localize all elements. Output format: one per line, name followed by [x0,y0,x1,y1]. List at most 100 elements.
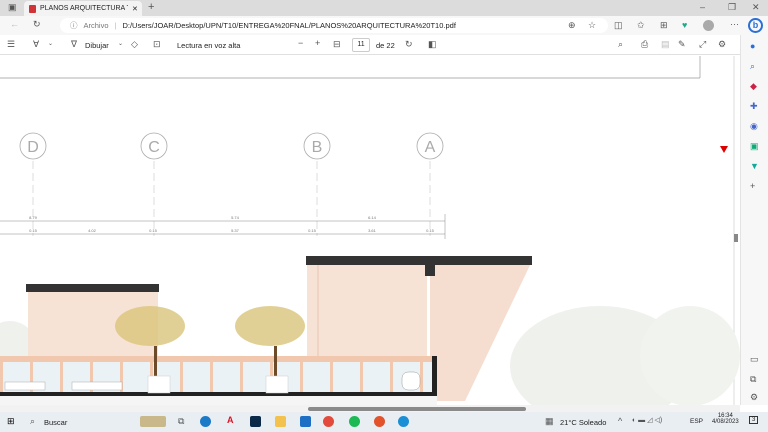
tray-chevron-icon[interactable]: ^ [618,417,622,426]
weather-icon[interactable]: ▦ [545,417,554,426]
photoshop-icon[interactable] [250,416,261,427]
dimension-label: 6.14 [368,215,377,220]
chrome-profile-icon[interactable] [374,416,385,427]
zoom-out-icon[interactable]: − [298,39,303,48]
draw-button[interactable]: Dibujar [85,41,109,50]
axis-label: D [27,139,39,156]
acrobat-icon[interactable]: A [227,416,234,425]
file-explorer-icon[interactable] [275,416,286,427]
collections-icon[interactable]: ⊞ [660,21,668,30]
address-bar[interactable]: ⓘ Archivo | D:/Users/JOAR/Desktop/UPN/T1… [60,18,608,33]
more-icon[interactable]: ··· [730,20,739,29]
info-icon: ⓘ [70,21,78,30]
chrome-icon[interactable] [323,416,334,427]
url-text: D:/Users/JOAR/Desktop/UPN/T10/ENTREGA%20… [122,21,456,30]
extension-icon[interactable]: ♥ [682,21,687,30]
windows-start-icon[interactable]: ⊞ [7,417,15,426]
window-mullion [360,362,363,392]
fullscreen-icon[interactable]: ⤢ [699,40,706,49]
print-icon[interactable]: ⎙ [641,40,648,49]
back-icon[interactable]: ← [10,20,19,29]
axis-label: B [312,139,323,156]
window-mullion [0,362,3,392]
app-icon-blue[interactable] [200,416,211,427]
page-number-input[interactable]: 11 [352,38,370,52]
fit-page-icon[interactable]: ⊟ [333,40,341,49]
read-aloud-button[interactable]: Lectura en voz alta [177,41,240,50]
tab-actions-icon[interactable]: ▣ [8,3,17,12]
language-indicator[interactable]: ESP [690,418,703,425]
outlook-icon[interactable]: ▣ [750,142,759,151]
pdf-icon [29,4,36,13]
drop-icon[interactable]: ▼ [750,162,759,171]
window-mullion [300,362,303,392]
settings-gear-icon[interactable]: ⚙ [718,40,726,49]
search-icon[interactable]: ⌕ [750,62,755,71]
open-window-icon[interactable]: ⧉ [750,375,756,384]
horizontal-scrollbar[interactable] [0,405,740,412]
refresh-icon[interactable]: ↻ [33,20,41,29]
window-mullion [420,362,423,392]
sidebar-layout-icon[interactable]: ▭ [750,355,759,364]
dimension-label: 5.74 [231,215,240,220]
edge-sidebar: ● ⌕ ◆ ✚ ◉ ▣ ▼ + ▭ ⧉ ⚙ [740,35,768,405]
dimension-label: 0.15 [149,228,158,233]
favorites-icon[interactable]: ✩ [637,21,645,30]
restore-icon[interactable]: ❐ [728,3,736,12]
chevron-down-icon[interactable]: ⌄ [118,41,123,47]
eraser-icon[interactable]: ◇ [131,40,138,49]
taskbar-search[interactable]: Buscar [44,418,67,427]
date: 4/08/2023 [712,419,739,425]
tab-pdf[interactable]: PLANOS ARQUITECTURA T10.pdf ✕ [24,1,142,16]
close-tab-icon[interactable]: ✕ [132,5,138,13]
search-highlight-image[interactable] [140,416,166,427]
highlight-icon[interactable]: ∀ [33,40,39,49]
search-icon[interactable]: ⌕ [30,417,35,426]
new-tab-icon[interactable]: + [148,2,154,13]
window-mullion [390,362,393,392]
tab-title: PLANOS ARQUITECTURA T10.pdf [40,5,128,12]
draw-icon[interactable]: ∇ [71,40,77,49]
rotate-icon[interactable]: ↻ [405,40,413,49]
dimension-label: 0.15 [308,228,317,233]
scrollbar-thumb[interactable] [308,407,526,411]
split-screen-icon[interactable]: ◫ [614,21,623,30]
save-as-icon[interactable]: ✎ [678,40,686,49]
add-icon[interactable]: + [750,182,755,191]
chevron-down-icon[interactable]: ⌄ [48,41,53,47]
text-icon[interactable]: ⊡ [153,40,161,49]
vertical-scrollbar[interactable] [734,234,738,242]
contents-icon[interactable]: ☰ [7,40,15,49]
task-view-icon[interactable]: ⧉ [178,417,184,426]
zoom-in-icon[interactable]: + [315,39,320,48]
sidebar-settings-icon[interactable]: ⚙ [750,393,758,402]
avatar[interactable] [703,20,714,31]
bing-icon[interactable]: b [748,18,763,33]
spotify-icon[interactable] [349,416,360,427]
dimension-label: 5.37 [231,228,240,233]
shopping-icon[interactable]: ◆ [750,82,757,91]
window-mullion [240,362,243,392]
edge-icon[interactable] [398,416,409,427]
zoom-icon[interactable]: ⊕ [568,21,576,30]
window-mullion [180,362,183,392]
dimension-label: 0.15 [426,228,435,233]
minimize-icon[interactable]: – [700,3,705,12]
weather-text[interactable]: 21°C Soleado [560,418,606,427]
tray-icons[interactable]: ◐ ▬ ◿ ◁) [632,417,662,424]
clock[interactable]: 16:34 4/08/2023 [712,413,739,425]
pdf-page[interactable]: D C B A 8.79 5.74 6.14 0.15 4.02 0.15 5.37 0.15 3.6… [0,56,740,405]
search-icon[interactable]: ⌕ [618,40,623,49]
page-view-icon[interactable]: ◧ [428,40,437,49]
notifications-badge[interactable]: 3 [749,416,759,424]
tab-bar: ▣ PLANOS ARQUITECTURA T10.pdf ✕ + – ❐ ✕ [0,0,768,16]
bell-icon[interactable]: ● [750,42,755,51]
outlook-icon[interactable] [300,416,311,427]
tools-icon[interactable]: ✚ [750,102,758,111]
games-icon[interactable]: ◉ [750,122,758,131]
page-count: de 22 [376,41,395,50]
close-window-icon[interactable]: ✕ [752,3,760,12]
save-icon[interactable]: ▤ [661,40,670,49]
favorite-star-icon[interactable]: ☆ [588,21,596,30]
dimension-label: 4.02 [88,228,97,233]
